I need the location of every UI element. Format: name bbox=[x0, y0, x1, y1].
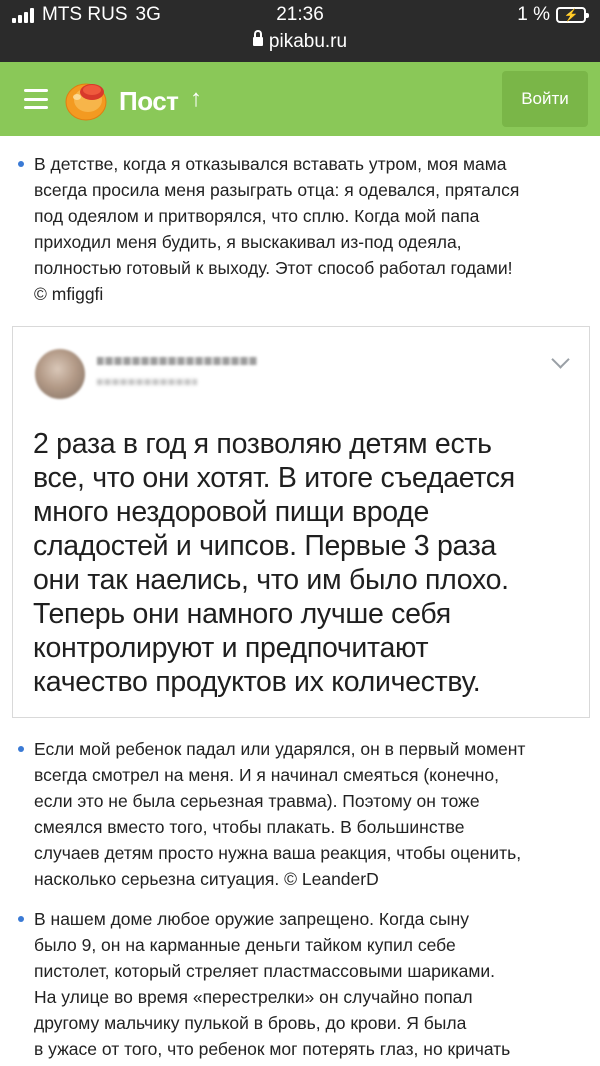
embedded-tweet: 2 раза в год я позволяю детям есть все, … bbox=[12, 326, 590, 718]
text-line: другому мальчику пулькой в бровь, до кро… bbox=[34, 1013, 467, 1033]
tweet-text: 2 раза в год я позволяю детям есть все, … bbox=[33, 427, 573, 699]
text-line: сладостей и чипсов. Первые 3 раза bbox=[33, 530, 497, 562]
text-line: много нездоровой пищи вроде bbox=[33, 496, 430, 528]
item-text: В детстве, когда я отказывался вставать … bbox=[34, 151, 594, 307]
list-item: Если мой ребенок падал или ударялся, он … bbox=[18, 736, 594, 892]
list-item: В детстве, когда я отказывался вставать … bbox=[18, 151, 594, 307]
chevron-down-icon[interactable] bbox=[551, 350, 570, 369]
text-line: 2 раза в год я позволяю детям есть bbox=[33, 428, 492, 460]
battery-status: 1 % ⚡ bbox=[517, 4, 589, 26]
avatar[interactable] bbox=[35, 349, 85, 399]
lock-icon bbox=[252, 30, 263, 46]
text-line: полностью готовый к выходу. Этот способ … bbox=[34, 258, 513, 278]
list-item: В нашем доме любое оружие запрещено. Ког… bbox=[18, 906, 594, 1062]
bullet-icon bbox=[18, 916, 24, 922]
item-text: В нашем доме любое оружие запрещено. Ког… bbox=[34, 906, 594, 1062]
text-line: приходил меня будить, я выскакивал из-по… bbox=[34, 232, 462, 252]
text-line: пистолет, который стреляет пластмассовым… bbox=[34, 961, 496, 981]
text-line: Если мой ребенок падал или ударялся, он … bbox=[34, 739, 526, 759]
battery-percent: 1 % bbox=[517, 4, 550, 25]
status-bar: MTS RUS 3G 21:36 pikabu.ru 1 % ⚡ bbox=[0, 0, 600, 62]
site-header: Пост ↑ Войти bbox=[0, 62, 600, 136]
text-line: © mfiggfi bbox=[34, 284, 104, 304]
text-line: Теперь они намного лучше себя bbox=[33, 598, 451, 630]
url-text: pikabu.ru bbox=[268, 31, 348, 52]
item-text: Если мой ребенок падал или ударялся, он … bbox=[34, 736, 594, 892]
text-line: все, что они хотят. В итоге съедается bbox=[33, 462, 515, 494]
text-line: если это не была серьезная травма). Поэт… bbox=[34, 791, 480, 811]
text-line: было 9, он на карманные деньги тайком ку… bbox=[34, 935, 456, 955]
bullet-icon bbox=[18, 161, 24, 167]
address-bar[interactable]: pikabu.ru bbox=[0, 30, 600, 53]
login-button[interactable]: Войти bbox=[502, 71, 588, 127]
bullet-icon bbox=[18, 746, 24, 752]
menu-icon[interactable] bbox=[24, 89, 48, 109]
text-line: качество продуктов их количеству. bbox=[33, 666, 481, 698]
text-line: смеялся вместо того, чтобы плакать. В бо… bbox=[34, 817, 465, 837]
text-line: В нашем доме любое оружие запрещено. Ког… bbox=[34, 909, 469, 929]
text-line: насколько серьезна ситуация. © LeanderD bbox=[34, 869, 379, 889]
text-line: они так наелись, что им было плохо. bbox=[33, 564, 509, 596]
text-line: На улице во время «перестрелки» он случа… bbox=[34, 987, 473, 1007]
text-line: В детстве, когда я отказывался вставать … bbox=[34, 154, 507, 174]
text-line: контролируют и предпочитают bbox=[33, 632, 429, 664]
battery-charging-icon: ⚡ bbox=[556, 7, 589, 23]
arrow-up-icon[interactable]: ↑ bbox=[190, 85, 202, 113]
clock: 21:36 bbox=[276, 4, 324, 25]
text-line: всегда смотрел на меня. И я начинал смея… bbox=[34, 765, 499, 785]
blurred-author-handle bbox=[97, 379, 197, 385]
text-line: в ужасе от того, что ребенок мог потерят… bbox=[34, 1039, 511, 1059]
text-line: всегда просила меня разыграть отца: я од… bbox=[34, 180, 520, 200]
text-line: под одеялом и притворялся, что сплю. Ког… bbox=[34, 206, 480, 226]
pikabu-logo[interactable] bbox=[64, 75, 108, 121]
blurred-author-name bbox=[97, 357, 257, 365]
page-title: Пост bbox=[119, 86, 179, 116]
text-line: случаев детям просто нужна ваша реакция,… bbox=[34, 843, 522, 863]
